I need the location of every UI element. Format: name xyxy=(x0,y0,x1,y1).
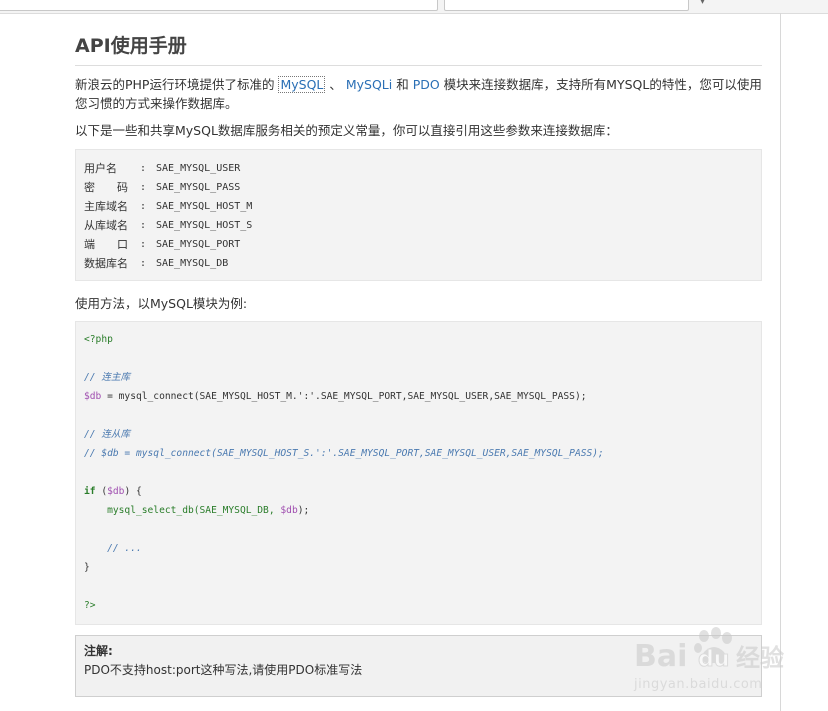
note-title: 注解: xyxy=(84,644,113,658)
code-if-close: ) { xyxy=(124,486,142,497)
code-select-db-fn: mysql_select_db(SAE_MYSQL_DB, xyxy=(84,505,281,516)
code-var: $db xyxy=(84,391,102,402)
search-box[interactable] xyxy=(444,0,689,11)
address-bar[interactable] xyxy=(0,0,438,11)
code-if-open: ( xyxy=(95,486,108,497)
constant-value: SAE_MYSQL_HOST_S xyxy=(156,220,253,231)
code-assign: = xyxy=(101,391,119,402)
constant-key: 数据库名 xyxy=(84,257,128,270)
constant-key: 密 码 xyxy=(84,181,128,194)
constant-row: 从库域名: SAE_MYSQL_HOST_S xyxy=(84,216,753,235)
intro-paragraph: 新浪云的PHP运行环境提供了标准的 MySQL 、 MySQLi 和 PDO 模… xyxy=(75,75,762,113)
constant-row: 密 码: SAE_MYSQL_PASS xyxy=(84,178,753,197)
page-frame: ▾ API使用手册 新浪云的PHP运行环境提供了标准的 MySQL 、 MySQ… xyxy=(0,0,828,711)
code-comment-master: // 连主库 xyxy=(84,372,131,383)
code-connect-call: mysql_connect(SAE_MYSQL_HOST_M.':'.SAE_M… xyxy=(118,391,587,402)
constant-key: 端 口 xyxy=(84,238,128,251)
constant-row: 主库域名: SAE_MYSQL_HOST_M xyxy=(84,197,753,216)
toolbar-menu-icon[interactable]: ▾ xyxy=(700,0,705,7)
code-select-db-line: mysql_select_db(SAE_MYSQL_DB, $db); xyxy=(84,501,753,520)
code-ellipsis-comment: // ... xyxy=(84,543,142,554)
note-text: PDO不支持host:port这种写法,请使用PDO标准写法 xyxy=(84,663,363,677)
code-connect-slave: // $db = mysql_connect(SAE_MYSQL_HOST_S.… xyxy=(84,448,604,459)
code-if-line: if ($db) { xyxy=(84,482,753,501)
constant-sep: : xyxy=(140,258,147,269)
constant-row: 端 口: SAE_MYSQL_PORT xyxy=(84,235,753,254)
link-mysqli[interactable]: MySQLi xyxy=(346,77,392,92)
constant-key: 用户名 xyxy=(84,162,117,175)
code-close-tag: ?> xyxy=(84,600,96,611)
code-select-db-end: ); xyxy=(297,505,310,516)
constant-row: 数据库名: SAE_MYSQL_DB xyxy=(84,254,753,273)
content-right-border xyxy=(780,13,781,711)
constants-intro: 以下是一些和共享MySQL数据库服务相关的预定义常量，你可以直接引用这些参数来连… xyxy=(75,123,618,138)
constant-key: 从库域名 xyxy=(84,219,128,232)
main-content: API使用手册 新浪云的PHP运行环境提供了标准的 MySQL 、 MySQLi… xyxy=(75,30,762,697)
constant-sep: : xyxy=(140,182,147,193)
code-if-keyword: if xyxy=(84,486,96,497)
link-mysql[interactable]: MySQL xyxy=(278,76,326,93)
code-comment-slave: // 连从库 xyxy=(84,429,131,440)
constant-value: SAE_MYSQL_HOST_M xyxy=(156,201,253,212)
constants-block: 用户名: SAE_MYSQL_USER 密 码: SAE_MYSQL_PASS 主库… xyxy=(75,149,762,281)
constant-value: SAE_MYSQL_DB xyxy=(156,258,229,269)
code-if-var: $db xyxy=(107,486,125,497)
constant-sep: : xyxy=(140,239,147,250)
constant-row: 用户名: SAE_MYSQL_USER xyxy=(84,159,753,178)
intro-prefix: 新浪云的PHP运行环境提供了标准的 xyxy=(75,77,279,92)
usage-heading: 使用方法，以MySQL模块为例: xyxy=(75,296,248,311)
intro-and: 和 xyxy=(392,77,413,92)
browser-toolbar: ▾ xyxy=(0,0,828,14)
code-close-brace: } xyxy=(84,562,90,573)
note-box: 注解: PDO不支持host:port这种写法,请使用PDO标准写法 xyxy=(75,635,762,697)
link-pdo[interactable]: PDO xyxy=(413,77,440,92)
constant-key: 主库域名 xyxy=(84,200,128,213)
constant-sep: : xyxy=(140,201,147,212)
constant-value: SAE_MYSQL_USER xyxy=(156,163,241,174)
constant-sep: : xyxy=(140,220,147,231)
code-select-db-var: $db xyxy=(280,505,298,516)
code-block: <?php // 连主库 $db = mysql_connect(SAE_MYSQL… xyxy=(75,321,762,625)
code-connect-master: $db = mysql_connect(SAE_MYSQL_HOST_M.':'… xyxy=(84,387,753,406)
constant-sep: : xyxy=(140,163,147,174)
intro-sep: 、 xyxy=(325,77,346,92)
code-open-tag: <?php xyxy=(84,334,113,345)
constant-value: SAE_MYSQL_PASS xyxy=(156,182,241,193)
constant-value: SAE_MYSQL_PORT xyxy=(156,239,241,250)
page-title: API使用手册 xyxy=(75,30,762,66)
